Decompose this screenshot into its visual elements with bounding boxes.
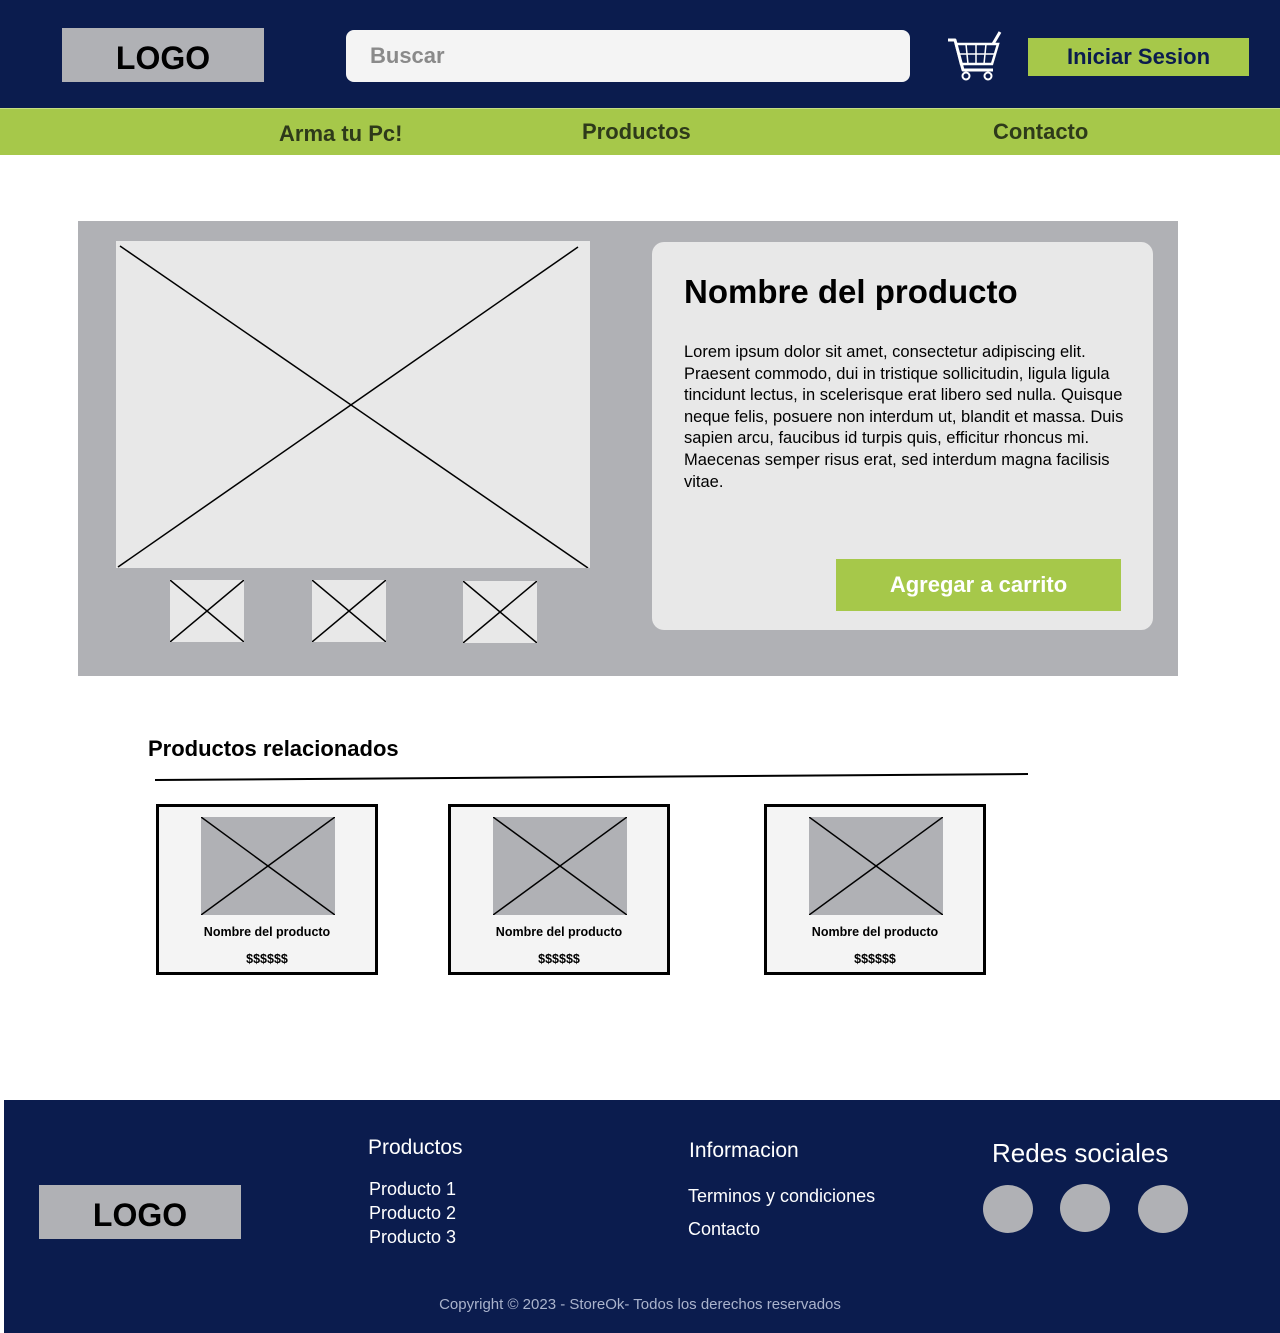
add-to-cart-button[interactable]: Agregar a carrito — [836, 559, 1121, 611]
product-name: Nombre del producto — [684, 273, 1018, 310]
related-product-card[interactable]: Nombre del producto $$$$$$ — [156, 804, 378, 975]
social-icon-1[interactable] — [983, 1185, 1033, 1233]
section-divider — [154, 773, 1029, 781]
related-product-card[interactable]: Nombre del producto $$$$$$ — [764, 804, 986, 975]
related-product-image — [493, 817, 627, 915]
related-product-name: Nombre del producto — [495, 925, 623, 939]
related-product-price: $$$$$$ — [538, 952, 580, 966]
main-nav: Arma tu Pc! Productos Contacto — [0, 108, 1280, 155]
search-input[interactable] — [346, 30, 910, 82]
nav-item-contacto[interactable]: Contacto — [993, 119, 1088, 145]
related-product-image — [201, 817, 335, 915]
footer-logo[interactable]: LOGO — [39, 1185, 241, 1239]
product-thumbnail[interactable] — [312, 580, 386, 642]
login-button[interactable]: Iniciar Sesion — [1028, 38, 1249, 76]
product-thumbnail[interactable] — [170, 580, 244, 642]
nav-item-productos[interactable]: Productos — [582, 119, 691, 145]
header-logo[interactable]: LOGO — [62, 28, 264, 82]
social-icon-3[interactable] — [1138, 1185, 1188, 1233]
footer-link-producto-2[interactable]: Producto 2 — [369, 1203, 456, 1224]
product-main-image — [116, 241, 590, 568]
footer-informacion-heading: Informacion — [689, 1139, 799, 1162]
product-thumbnail[interactable] — [463, 581, 537, 643]
related-product-price: $$$$$$ — [854, 952, 896, 966]
footer-link-producto-1[interactable]: Producto 1 — [369, 1179, 456, 1200]
related-product-card[interactable]: Nombre del producto $$$$$$ — [448, 804, 670, 975]
product-description: Lorem ipsum dolor sit amet, consectetur … — [684, 343, 1124, 491]
footer-link-terminos[interactable]: Terminos y condiciones — [688, 1186, 875, 1207]
social-icon-2[interactable] — [1060, 1184, 1110, 1232]
related-product-name: Nombre del producto — [203, 925, 331, 939]
nav-item-arma-tu-pc[interactable]: Arma tu Pc! — [279, 121, 402, 147]
footer-productos-heading: Productos — [368, 1136, 463, 1159]
related-products-title: Productos relacionados — [148, 736, 399, 761]
copyright-text: Copyright © 2023 - StoreOk- Todos los de… — [439, 1296, 841, 1313]
related-product-image — [809, 817, 943, 915]
related-product-price: $$$$$$ — [246, 952, 288, 966]
footer-redes-heading: Redes sociales — [992, 1138, 1169, 1168]
related-product-name: Nombre del producto — [811, 925, 939, 939]
footer-link-producto-3[interactable]: Producto 3 — [369, 1227, 456, 1248]
cart-icon[interactable] — [946, 30, 1004, 82]
footer-link-contacto[interactable]: Contacto — [688, 1219, 760, 1240]
